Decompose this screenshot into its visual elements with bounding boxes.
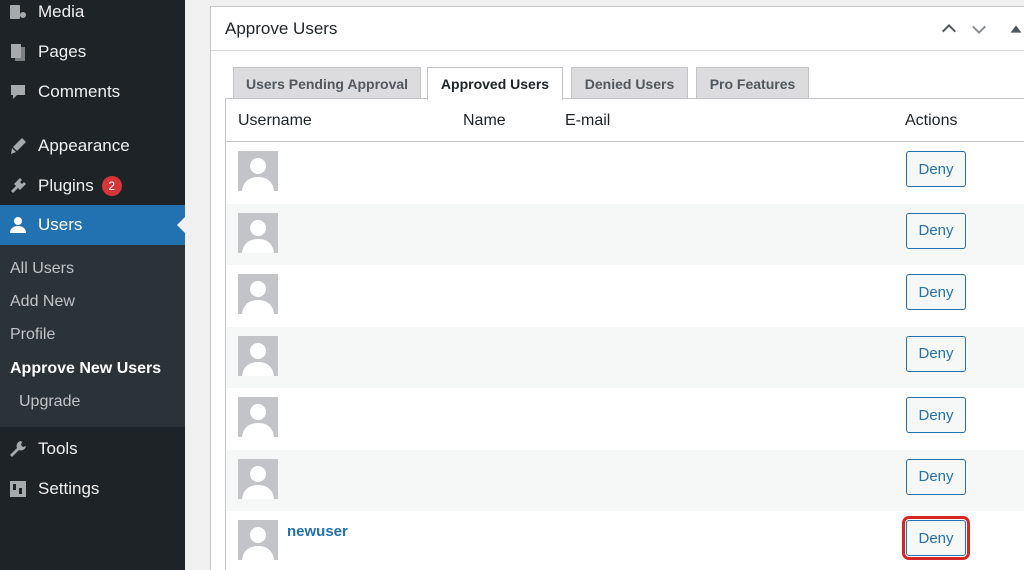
users-icon <box>8 215 28 235</box>
plugins-icon <box>8 176 28 196</box>
avatar <box>238 520 278 560</box>
deny-button[interactable]: Deny <box>906 151 966 187</box>
table-row: Deny <box>226 142 1024 204</box>
tab-pro-features[interactable]: Pro Features <box>696 67 809 99</box>
menu-item-appearance[interactable]: Appearance <box>0 126 185 166</box>
menu-item-comments[interactable]: Comments <box>0 72 185 112</box>
avatar <box>238 212 278 253</box>
deny-button[interactable]: Deny <box>906 458 966 495</box>
default-avatar-icon <box>238 520 278 560</box>
deny-button-newuser[interactable]: Deny <box>902 516 970 560</box>
triangle-up-icon <box>1010 25 1022 33</box>
column-name: Name <box>463 112 506 129</box>
table-row: newuser Deny <box>226 511 1024 570</box>
menu-item-plugins[interactable]: Plugins 2 <box>0 166 185 206</box>
tab-users-pending-approval[interactable]: Users Pending Approval <box>233 67 421 99</box>
settings-icon <box>8 479 28 499</box>
toggle-panel-button[interactable] <box>1005 18 1024 40</box>
chevron-down-icon <box>971 25 987 35</box>
column-username: Username <box>238 112 312 129</box>
avatar <box>238 458 278 499</box>
admin-sidebar: Media Pages Comments Appearance Plugins … <box>0 0 185 570</box>
column-actions: Actions <box>905 112 958 129</box>
chevron-up-icon <box>941 23 957 33</box>
approved-users-table: Username Name E-mail Actions Deny Deny D… <box>225 98 1024 570</box>
default-avatar-icon <box>238 274 278 314</box>
table-row: Deny <box>226 203 1024 265</box>
column-email: E-mail <box>565 112 611 129</box>
comments-icon <box>8 82 28 102</box>
panel-header: Approve Users <box>211 7 1024 51</box>
move-down-button[interactable] <box>968 18 990 40</box>
tools-icon <box>8 439 28 459</box>
submenu-upgrade[interactable]: Upgrade <box>19 390 80 414</box>
approve-users-panel: Approve Users Users Pending Approval App… <box>210 6 1024 570</box>
username-link[interactable]: newuser <box>287 523 348 540</box>
avatar <box>238 274 278 314</box>
menu-item-label: Comments <box>38 82 121 101</box>
menu-item-pages[interactable]: Pages <box>0 32 185 72</box>
default-avatar-icon <box>238 458 278 499</box>
menu-item-users[interactable]: Users <box>0 205 185 245</box>
menu-item-label: Settings <box>38 479 100 498</box>
panel-title: Approve Users <box>225 19 338 38</box>
menu-item-tools[interactable]: Tools <box>0 429 185 469</box>
default-avatar-icon <box>238 212 278 253</box>
deny-button[interactable]: Deny <box>906 212 966 249</box>
submenu-all-users[interactable]: All Users <box>10 257 74 281</box>
deny-button[interactable]: Deny <box>906 274 966 310</box>
default-avatar-icon <box>238 335 278 376</box>
avatar <box>238 151 278 191</box>
plugins-update-badge: 2 <box>101 176 122 196</box>
avatar <box>238 397 278 437</box>
submenu-profile[interactable]: Profile <box>10 323 55 347</box>
menu-item-label: Pages <box>38 42 87 61</box>
avatar <box>238 335 278 376</box>
media-icon <box>8 2 28 22</box>
menu-item-settings[interactable]: Settings <box>0 469 185 509</box>
menu-item-label: Users <box>38 215 83 234</box>
pages-icon <box>8 42 28 62</box>
table-row: Deny <box>226 326 1024 388</box>
submenu-add-new[interactable]: Add New <box>10 290 75 314</box>
move-up-button[interactable] <box>938 18 960 40</box>
menu-item-label: Plugins <box>38 176 94 195</box>
table-row: Deny <box>226 265 1024 327</box>
table-header: Username Name E-mail Actions <box>226 99 1024 142</box>
submenu-approve-new-users[interactable]: Approve New Users <box>10 357 161 381</box>
menu-item-label: Media <box>38 2 85 21</box>
table-row: Deny <box>226 449 1024 511</box>
menu-item-label: Appearance <box>38 136 130 155</box>
appearance-icon <box>8 136 28 156</box>
default-avatar-icon <box>238 397 278 437</box>
deny-button[interactable]: Deny <box>906 397 966 433</box>
users-submenu: All Users Add New Profile Approve New Us… <box>0 245 185 427</box>
deny-button[interactable]: Deny <box>906 335 966 372</box>
menu-item-label: Tools <box>38 439 78 458</box>
tab-approved-users[interactable]: Approved Users <box>427 67 563 100</box>
menu-item-media[interactable]: Media <box>0 0 185 32</box>
tab-denied-users[interactable]: Denied Users <box>571 67 688 99</box>
default-avatar-icon <box>238 151 278 191</box>
table-row: Deny <box>226 388 1024 450</box>
